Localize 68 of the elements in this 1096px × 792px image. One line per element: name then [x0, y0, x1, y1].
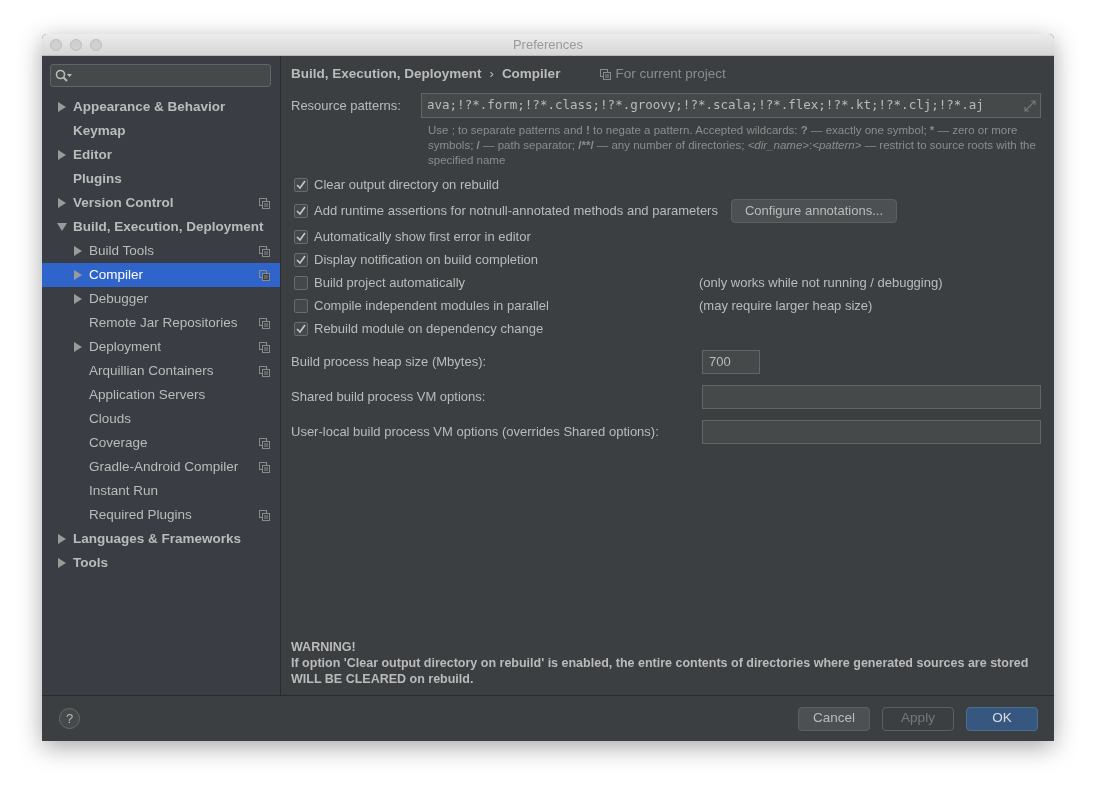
expand-icon	[1024, 99, 1036, 112]
search-icon	[55, 69, 72, 82]
check-icon	[295, 230, 307, 243]
sidebar-item[interactable]: Plugins	[42, 167, 280, 191]
sidebar-item[interactable]: Arquillian Containers	[42, 359, 280, 383]
hint-text: Use ; to separate patterns and ! to negate a pattern. Accepted wildcards: ? — exactly one symbol; * — zero or more symbols; / — path separator; /**/ — any number of directories; <dir_name>:<pattern> — restrict to source roots with the specified name	[428, 123, 1037, 168]
sidebar-item[interactable]: Gradle-Android Compiler	[42, 455, 280, 479]
sidebar-item[interactable]: Editor	[42, 143, 280, 167]
heap-size-field[interactable]: 700	[702, 349, 760, 374]
checkbox[interactable]	[294, 298, 308, 313]
checkbox[interactable]	[294, 177, 308, 192]
zoom-button[interactable]	[90, 38, 102, 51]
close-button[interactable]	[50, 38, 62, 51]
sidebar-item[interactable]: Languages & Frameworks	[42, 527, 280, 551]
option-note: (only works while not running / debugging)	[699, 273, 943, 292]
option-label: Compile independent modules in parallel	[314, 296, 549, 315]
sidebar-item[interactable]: Coverage	[42, 431, 280, 455]
search-field[interactable]	[50, 64, 271, 87]
field-label: Shared build process VM options:	[291, 387, 487, 406]
checkbox[interactable]	[294, 229, 308, 244]
warning-title: WARNING!	[291, 639, 357, 655]
breadcrumb-current: Compiler	[501, 64, 561, 83]
sidebar-item[interactable]: Build, Execution, Deployment	[42, 215, 280, 239]
project-scope-icon	[600, 68, 612, 80]
option-label: Display notification on build completion	[314, 250, 538, 269]
sidebar-item[interactable]: Appearance & Behavior	[42, 95, 280, 119]
sidebar-item[interactable]: Required Plugins	[42, 503, 280, 527]
check-icon	[295, 322, 307, 335]
scope-label: For current project	[615, 64, 726, 83]
field-label: Resource patterns:	[291, 96, 402, 115]
sidebar-item[interactable]: Build Tools	[42, 239, 280, 263]
sidebar-item[interactable]: Clouds	[42, 407, 280, 431]
resource-patterns-field[interactable]: ava;!?*.form;!?*.class;!?*.groovy;!?*.scala;!?*.flex;!?*.kt;!?*.clj;!?*.aj	[421, 93, 1041, 118]
sidebar-item[interactable]: Deployment	[42, 335, 280, 359]
checkbox[interactable]	[294, 275, 308, 290]
option-note: (may require larger heap size)	[699, 296, 873, 315]
sidebar-item[interactable]: Keymap	[42, 119, 280, 143]
check-icon	[295, 253, 307, 266]
option-label: Clear output directory on rebuild	[314, 175, 499, 194]
breadcrumb-link[interactable]: Build, Execution, Deployment	[291, 63, 482, 85]
configure-annotations-button[interactable]: Configure annotations...	[730, 198, 897, 223]
option-label: Build project automatically	[314, 273, 466, 292]
minimize-button[interactable]	[70, 38, 82, 51]
dialog-button[interactable]: OK	[966, 706, 1038, 731]
help-button[interactable]: ?	[59, 708, 80, 729]
option-label: Rebuild module on dependency change	[314, 319, 544, 338]
vm-options-field[interactable]	[702, 419, 1041, 444]
vm-options-field[interactable]	[702, 384, 1041, 409]
field-label: User-local build process VM options (overrides Shared options):	[291, 422, 660, 441]
checkbox[interactable]	[294, 321, 308, 336]
check-icon	[295, 178, 307, 191]
window-title: Preferences	[512, 36, 584, 52]
sidebar-item[interactable]: Application Servers	[42, 383, 280, 407]
breadcrumb-separator: ›	[489, 65, 494, 84]
sidebar-item[interactable]: Compiler	[42, 263, 280, 287]
sidebar-item[interactable]: Tools	[42, 551, 280, 575]
sidebar-item[interactable]: Version Control	[42, 191, 280, 215]
sidebar-item[interactable]: Debugger	[42, 287, 280, 311]
checkbox[interactable]	[294, 252, 308, 267]
warning-text: If option 'Clear output directory on rebuild' is enabled, the entire contents of directories where generated sources are stored WILL BE CLEARED on rebuild.	[291, 655, 1030, 687]
sidebar-item[interactable]: Remote Jar Repositories	[42, 311, 280, 335]
dialog-button[interactable]: Cancel	[798, 706, 870, 731]
checkbox[interactable]	[294, 203, 308, 218]
field-label: Build process heap size (Mbytes):	[291, 352, 488, 371]
sidebar-item[interactable]: Instant Run	[42, 479, 280, 503]
check-icon	[295, 204, 307, 217]
option-label: Add runtime assertions for notnull-annotated methods and parameters	[314, 201, 718, 220]
option-label: Automatically show first error in editor	[314, 227, 531, 246]
